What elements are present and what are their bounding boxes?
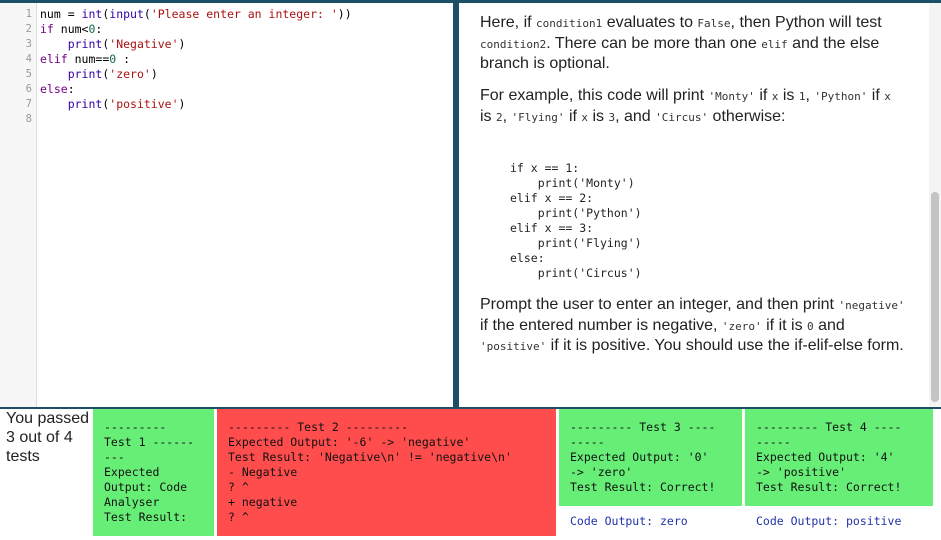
text: . There can be more than one [546,34,762,52]
code-token: : [67,82,75,96]
code-token: print [67,97,103,111]
test-2-details: --------- Test 2 --------- Expected Outp… [228,420,512,524]
code-token: ) [150,67,158,81]
text: if [867,87,885,104]
instructions-panel: Here, if condition1 evaluates to False, … [459,3,929,407]
inline-code: 2 [496,110,503,124]
line-number: 2 [25,23,32,35]
text: if it is positive. You should use the if… [546,337,904,354]
test-3-details: --------- Test 3 ---- ----- Expected Out… [570,420,716,494]
code-token: 'Negative' [109,37,179,51]
code-token: num== [67,52,110,66]
code-token: ( [143,7,151,21]
line-number-gutter: 1 2 3 4 5 6 7 8 [0,3,37,407]
text: is [588,107,609,125]
inline-code: 'positive' [480,340,547,353]
example-code-block: if x == 1: print('Monty') elif x == 2: p… [510,161,642,280]
code-token: input [109,7,144,21]
inline-code: 0 [807,319,814,333]
instruction-paragraph-2: For example, this code will print 'Monty… [480,86,905,127]
code-token: else [40,82,68,96]
test-results-panel: You passed 3 out of 4 tests --------- Te… [0,409,941,540]
inline-code: elif [761,37,788,51]
line-number: 7 [25,98,32,110]
code-editor[interactable]: 1 2 3 4 5 6 7 8 num = int(input('Please … [0,3,453,407]
line-number: 1 [25,8,32,20]
inline-code: 'Circus' [655,110,709,124]
inline-code: 'Python' [814,90,868,103]
inline-code: 'zero' [721,319,762,333]
line-number: 5 [25,68,32,80]
code-token: )) [337,7,352,21]
text: if [754,87,772,104]
code-token: print [67,67,103,81]
test-card-3: --------- Test 3 ---- ----- Expected Out… [559,409,742,506]
inline-code: x [884,90,891,103]
code-token: if [40,22,54,36]
test-card-4: --------- Test 4 ---- ----- Expected Out… [745,409,933,506]
code-token: : [116,52,131,66]
inline-code: condition2 [480,37,547,51]
text: if the entered number is negative, [480,316,722,334]
text: if [564,107,582,125]
line-number: 3 [25,38,32,50]
code-token: ) [178,97,186,111]
instruction-paragraph-3: Prompt the user to enter an integer, and… [480,295,905,357]
inline-code: condition1 [536,17,603,30]
test-4-details: --------- Test 4 ---- ----- Expected Out… [756,420,902,494]
inline-code: 'Monty' [708,90,755,103]
code-token: : [95,22,103,36]
code-line-2[interactable]: if num<0: [40,22,102,37]
results-summary: You passed 3 out of 4 tests [6,410,90,465]
code-token: 'Please enter an integer: ' [150,7,338,21]
text: evaluates to [602,14,698,31]
inline-code: 'negative' [838,299,905,312]
text: is [778,87,799,104]
instructions-scrollbar-thumb[interactable] [931,192,939,402]
line-number: 4 [25,53,32,65]
test-card-1: --------- Test 1 ------ --- Expected Out… [93,409,214,536]
text: and [813,316,845,334]
line-number: 8 [25,113,32,125]
code-token: num< [53,22,89,36]
code-line-1[interactable]: num = int(input('Please enter an integer… [40,7,352,22]
code-token: 'zero' [109,67,151,81]
text: , then Python will test [730,14,882,31]
test-4-code-output-text: Code Output: positive [756,514,902,528]
code-token: int [81,7,103,21]
test-3-code-output: Code Output: zero [559,506,742,540]
code-line-4[interactable]: elif num==0 : [40,52,130,67]
inline-code: False [697,17,731,30]
text: if it is [761,316,808,334]
code-line-3[interactable]: print('Negative') [40,37,186,52]
text: Prompt the user to enter an integer, and… [480,296,839,313]
instruction-paragraph-1: Here, if condition1 evaluates to False, … [480,13,905,74]
code-token: num = [40,7,82,21]
test-4-code-output: Code Output: positive [745,506,933,540]
test-3-code-output-text: Code Output: zero [570,514,688,528]
line-number: 6 [25,83,32,95]
text: Here, if [480,14,537,31]
text: , [502,107,512,125]
text: is [480,107,496,125]
inline-code: 'Flying' [511,110,565,124]
code-token: ) [178,37,186,51]
text: otherwise: [708,107,786,125]
code-token: 'positive' [109,97,179,111]
code-token: print [67,37,103,51]
text: For example, this code will print [480,87,709,104]
code-line-5[interactable]: print('zero') [40,67,158,82]
text: , and [615,107,656,125]
test-card-2: --------- Test 2 --------- Expected Outp… [217,409,556,536]
code-line-6[interactable]: else: [40,82,75,97]
code-token: elif [40,52,68,66]
code-line-7[interactable]: print('positive') [40,97,186,112]
test-1-details: --------- Test 1 ------ --- Expected Out… [104,420,195,524]
